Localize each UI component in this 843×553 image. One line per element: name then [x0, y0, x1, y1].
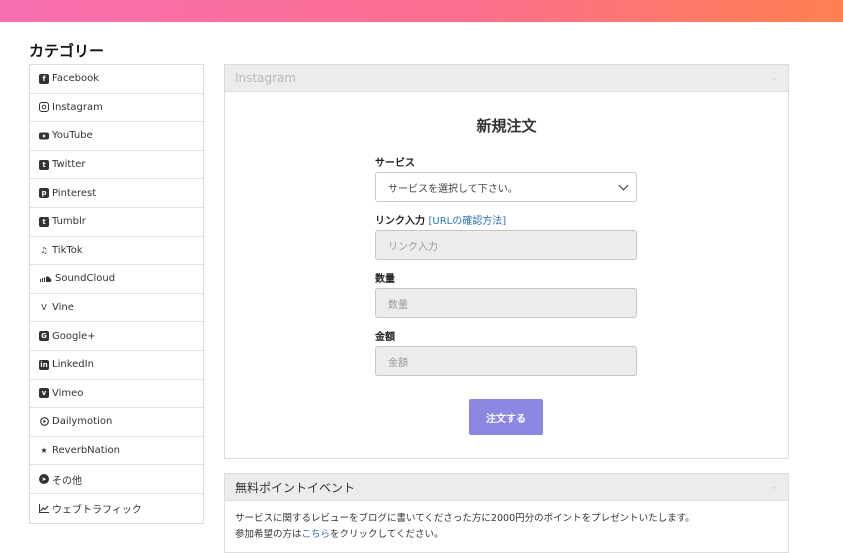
top-gradient-bar	[0, 0, 843, 22]
link-label-text: リンク入力	[375, 216, 425, 227]
sidebar-item-facebook[interactable]: f Facebook	[30, 65, 203, 94]
sidebar-item-label: ReverbNation	[52, 445, 120, 457]
sidebar-item-label: TikTok	[52, 244, 83, 256]
sidebar-item-web-traffic[interactable]: ウェブトラフィック	[30, 494, 203, 523]
quantity-label: 数量	[375, 274, 395, 285]
category-sidebar: f Facebook Instagram YouTube t Twitter p…	[29, 64, 204, 524]
event-panel-header[interactable]: 無料ポイントイベント ⌄	[225, 474, 788, 501]
chevron-down-icon[interactable]: ⌄	[770, 73, 778, 83]
service-label: サービス	[375, 158, 415, 169]
sidebar-item-pinterest[interactable]: p Pinterest	[30, 179, 203, 208]
event-panel-body: サービスに関するレビューをブログに書いてくださった方に2000円分のポイントをプ…	[225, 501, 788, 553]
link-label: リンク入力 [URLの確認方法]	[375, 212, 506, 227]
sidebar-item-label: Dailymotion	[52, 416, 113, 428]
sidebar-item-label: Tumblr	[52, 216, 86, 228]
order-panel-title: Instagram	[235, 71, 297, 85]
sidebar-item-label: Google+	[52, 330, 96, 342]
event-link[interactable]: こちら	[302, 529, 331, 540]
twitter-icon: t	[39, 159, 49, 170]
sidebar-item-label: SoundCloud	[55, 273, 116, 285]
vimeo-icon: v	[39, 388, 49, 399]
linkedin-icon: in	[39, 359, 49, 370]
order-panel-header[interactable]: Instagram ⌄	[225, 65, 788, 92]
vine-icon: V	[41, 303, 47, 313]
sidebar-item-soundcloud[interactable]: SoundCloud	[30, 265, 203, 294]
amount-label: 金額	[375, 332, 395, 343]
sidebar-item-vine[interactable]: V Vine	[30, 294, 203, 323]
sidebar-item-tiktok[interactable]: ♫ TikTok	[30, 237, 203, 266]
sidebar-item-label: Vine	[52, 302, 74, 314]
soundcloud-icon	[39, 274, 52, 284]
sidebar-item-label: Pinterest	[52, 187, 97, 199]
telegram-icon: ➤	[39, 474, 49, 485]
pinterest-icon: p	[39, 188, 49, 199]
submit-order-button[interactable]: 注文する	[469, 399, 543, 435]
quantity-input[interactable]: 数量	[375, 288, 637, 318]
service-select-value: サービスを選択して下さい。	[388, 183, 518, 195]
sidebar-item-label: YouTube	[52, 130, 93, 142]
chevron-down-icon	[618, 180, 629, 191]
instagram-icon	[39, 102, 49, 113]
sidebar-item-label: その他	[52, 475, 82, 487]
link-input[interactable]: リンク入力	[375, 230, 637, 260]
event-text-suffix: をクリックしてください。	[330, 529, 444, 540]
youtube-icon	[39, 131, 49, 141]
chevron-down-icon[interactable]: ⌄	[770, 482, 778, 492]
line-chart-icon	[39, 503, 49, 513]
sidebar-item-instagram[interactable]: Instagram	[30, 94, 203, 123]
tiktok-icon: ♫	[40, 245, 48, 255]
facebook-icon: f	[39, 73, 49, 84]
sidebar-item-linkedin[interactable]: in LinkedIn	[30, 351, 203, 380]
form-title: 新規注文	[476, 117, 537, 135]
google-plus-icon: G	[39, 331, 49, 342]
star-icon: ★	[40, 446, 48, 456]
sidebar-item-dailymotion[interactable]: Dailymotion	[30, 408, 203, 437]
sidebar-item-label: Twitter	[52, 159, 86, 171]
event-panel: 無料ポイントイベント ⌄ サービスに関するレビューをブログに書いてくださった方に…	[224, 473, 789, 553]
event-text-line1: サービスに関するレビューをブログに書いてくださった方に2000円分のポイントをプ…	[235, 513, 695, 524]
sidebar-item-other[interactable]: ➤ その他	[30, 465, 203, 494]
sidebar-item-label: Vimeo	[52, 387, 84, 399]
event-text-prefix: 参加希望の方は	[235, 529, 302, 540]
order-panel: Instagram ⌄ 新規注文 サービス サービスを選択して下さい。 リンク入…	[224, 64, 789, 459]
sidebar-item-reverbnation[interactable]: ★ ReverbNation	[30, 437, 203, 466]
sidebar-item-label: ウェブトラフィック	[52, 504, 142, 516]
sidebar-item-twitter[interactable]: t Twitter	[30, 151, 203, 180]
sidebar-item-tumblr[interactable]: t Tumblr	[30, 208, 203, 237]
url-help-link[interactable]: [URLの確認方法]	[428, 216, 506, 227]
category-title: カテゴリー	[29, 42, 105, 60]
event-text-line2: 参加希望の方はこちらをクリックしてください。	[235, 527, 778, 543]
sidebar-item-google-plus[interactable]: G Google+	[30, 322, 203, 351]
sidebar-item-label: Facebook	[52, 73, 99, 85]
event-panel-title: 無料ポイントイベント	[235, 480, 356, 495]
dailymotion-icon	[39, 417, 49, 427]
sidebar-item-label: Instagram	[52, 101, 103, 113]
sidebar-item-youtube[interactable]: YouTube	[30, 122, 203, 151]
service-select[interactable]: サービスを選択して下さい。	[375, 172, 637, 202]
sidebar-item-vimeo[interactable]: v Vimeo	[30, 380, 203, 409]
tumblr-icon: t	[39, 216, 49, 227]
sidebar-item-label: LinkedIn	[52, 359, 94, 371]
amount-input[interactable]: 金額	[375, 346, 637, 376]
